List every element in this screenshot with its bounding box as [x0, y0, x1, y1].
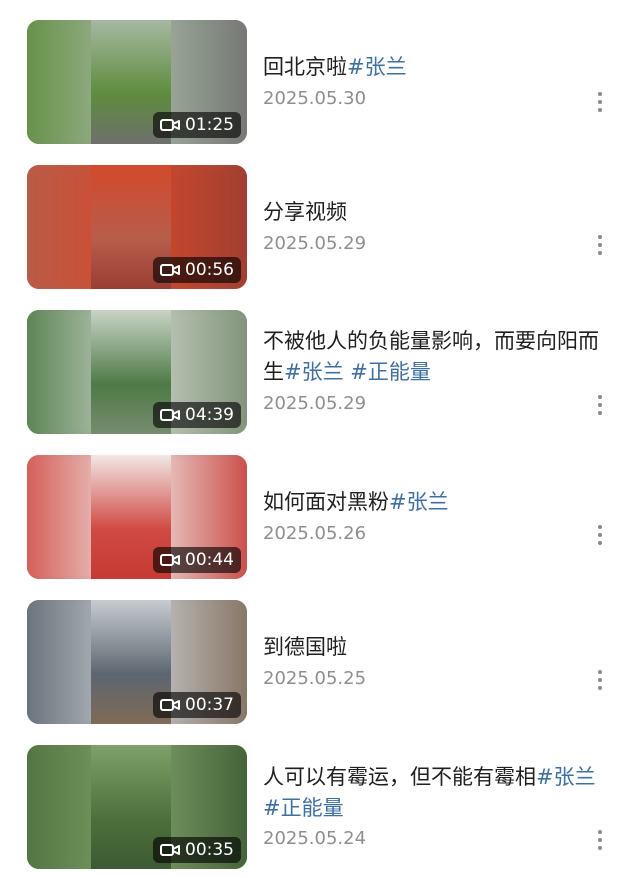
- video-hashtags[interactable]: #张兰: [389, 490, 449, 514]
- duration-text: 04:39: [185, 405, 234, 425]
- video-camera-icon: [160, 844, 180, 856]
- video-title[interactable]: 不被他人的负能量影响，而要向阳而生#张兰 #正能量: [263, 326, 613, 388]
- video-date: 2025.05.29: [263, 233, 367, 254]
- video-list-item[interactable]: 00:56 分享视频 2025.05.29: [0, 145, 640, 291]
- duration-text: 00:35: [185, 840, 234, 860]
- menu-dot: [598, 251, 602, 255]
- menu-dot: [598, 678, 602, 682]
- video-camera-icon: [160, 554, 180, 566]
- video-date: 2025.05.26: [263, 523, 367, 544]
- video-title[interactable]: 如何面对黑粉#张兰: [263, 487, 613, 518]
- video-thumbnail[interactable]: 00:56: [27, 165, 247, 289]
- menu-dot: [598, 838, 602, 842]
- more-vertical-icon[interactable]: [593, 523, 607, 547]
- video-title[interactable]: 人可以有霉运，但不能有霉相#张兰 #正能量: [263, 762, 613, 824]
- video-date: 2025.05.25: [263, 668, 367, 689]
- more-vertical-icon[interactable]: [593, 393, 607, 417]
- duration-text: 00:37: [185, 695, 234, 715]
- video-title[interactable]: 分享视频: [263, 197, 613, 228]
- duration-badge: 01:25: [153, 112, 241, 138]
- video-date: 2025.05.29: [263, 393, 367, 414]
- video-list-item[interactable]: 04:39 不被他人的负能量影响，而要向阳而生#张兰 #正能量 2025.05.29: [0, 290, 640, 436]
- menu-dot: [598, 92, 602, 96]
- menu-dot: [598, 108, 602, 112]
- video-thumbnail[interactable]: 00:44: [27, 455, 247, 579]
- video-date: 2025.05.30: [263, 88, 367, 109]
- duration-text: 00:56: [185, 260, 234, 280]
- video-title[interactable]: 到德国啦: [263, 632, 613, 663]
- video-title-text: 分享视频: [263, 200, 347, 224]
- video-hashtags[interactable]: #张兰 #正能量: [284, 360, 431, 384]
- menu-dot: [598, 411, 602, 415]
- menu-dot: [598, 395, 602, 399]
- menu-dot: [598, 525, 602, 529]
- video-list-item[interactable]: 00:44 如何面对黑粉#张兰 2025.05.26: [0, 435, 640, 581]
- video-camera-icon: [160, 699, 180, 711]
- video-title-text: 回北京啦: [263, 55, 347, 79]
- duration-text: 00:44: [185, 550, 234, 570]
- video-title-text: 到德国啦: [263, 635, 347, 659]
- video-title-text: 人可以有霉运，但不能有霉相: [263, 765, 536, 789]
- duration-badge: 00:37: [153, 692, 241, 718]
- duration-text: 01:25: [185, 115, 234, 135]
- video-thumbnail[interactable]: 00:35: [27, 745, 247, 869]
- menu-dot: [598, 686, 602, 690]
- duration-badge: 00:56: [153, 257, 241, 283]
- menu-dot: [598, 100, 602, 104]
- menu-dot: [598, 403, 602, 407]
- video-camera-icon: [160, 264, 180, 276]
- menu-dot: [598, 243, 602, 247]
- video-list-item[interactable]: 00:35 人可以有霉运，但不能有霉相#张兰 #正能量 2025.05.24: [0, 725, 640, 871]
- video-camera-icon: [160, 409, 180, 421]
- duration-badge: 00:44: [153, 547, 241, 573]
- video-hashtags[interactable]: #张兰: [347, 55, 407, 79]
- menu-dot: [598, 235, 602, 239]
- more-vertical-icon[interactable]: [593, 828, 607, 852]
- more-vertical-icon[interactable]: [593, 233, 607, 257]
- more-vertical-icon[interactable]: [593, 90, 607, 114]
- video-camera-icon: [160, 119, 180, 131]
- video-thumbnail[interactable]: 01:25: [27, 20, 247, 144]
- duration-badge: 04:39: [153, 402, 241, 428]
- video-title[interactable]: 回北京啦#张兰: [263, 52, 613, 83]
- menu-dot: [598, 830, 602, 834]
- menu-dot: [598, 670, 602, 674]
- video-date: 2025.05.24: [263, 828, 367, 849]
- video-title-text: 如何面对黑粉: [263, 490, 389, 514]
- video-list-item[interactable]: 01:25 回北京啦#张兰 2025.05.30: [0, 0, 640, 146]
- menu-dot: [598, 541, 602, 545]
- menu-dot: [598, 533, 602, 537]
- duration-badge: 00:35: [153, 837, 241, 863]
- video-thumbnail[interactable]: 00:37: [27, 600, 247, 724]
- more-vertical-icon[interactable]: [593, 668, 607, 692]
- video-thumbnail[interactable]: 04:39: [27, 310, 247, 434]
- menu-dot: [598, 846, 602, 850]
- video-list-item[interactable]: 00:37 到德国啦 2025.05.25: [0, 580, 640, 726]
